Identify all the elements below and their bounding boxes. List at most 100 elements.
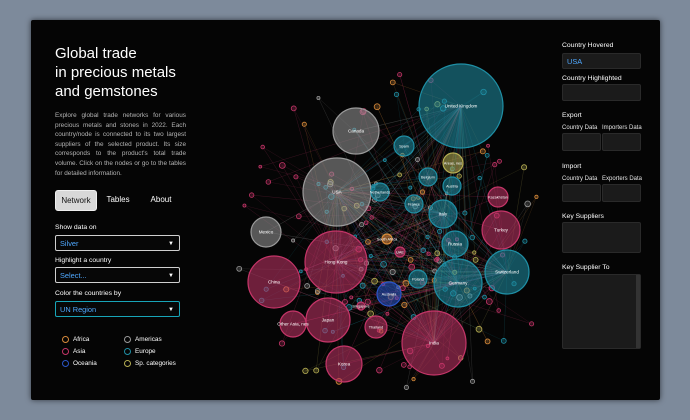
minor-country-node[interactable]: [420, 247, 426, 253]
minor-country-node[interactable]: [426, 251, 431, 256]
minor-country-node[interactable]: [475, 325, 483, 333]
network-svg[interactable]: United Kingdom Canada USA Spain Areas, nes Be…: [206, 34, 546, 394]
minor-country-node[interactable]: [369, 215, 374, 220]
minor-country-node[interactable]: [314, 288, 321, 294]
key-supplier-to-list[interactable]: [562, 274, 641, 349]
minor-country-node[interactable]: [296, 213, 302, 220]
minor-country-node[interactable]: [290, 105, 297, 112]
import-exporters-data-label: Exporters Data: [602, 176, 643, 182]
minor-country-node[interactable]: [367, 310, 374, 317]
minor-country-node[interactable]: [291, 238, 296, 243]
minor-country-node[interactable]: [462, 210, 468, 216]
minor-country-node[interactable]: [407, 257, 414, 263]
minor-country-node[interactable]: [365, 239, 371, 245]
minor-country-node[interactable]: [485, 298, 493, 305]
country-node-label: Singapore: [352, 305, 369, 309]
minor-country-node[interactable]: [482, 294, 487, 300]
minor-country-node[interactable]: [411, 377, 416, 382]
minor-country-node[interactable]: [301, 121, 307, 127]
minor-country-node[interactable]: [397, 172, 403, 178]
minor-country-node[interactable]: [492, 162, 498, 168]
highlight-country-select[interactable]: Select... ▼: [55, 267, 180, 283]
minor-country-node[interactable]: [479, 148, 486, 155]
minor-country-node[interactable]: [486, 143, 490, 148]
minor-country-node[interactable]: [376, 367, 383, 374]
minor-country-node[interactable]: [484, 152, 490, 158]
minor-country-node[interactable]: [477, 175, 482, 181]
minor-country-node[interactable]: [304, 283, 310, 289]
country-node-label: USA: [332, 190, 342, 195]
minor-country-node[interactable]: [403, 384, 409, 390]
minor-country-node[interactable]: [278, 162, 286, 169]
description: Explore global trade networks for variou…: [55, 112, 186, 177]
minor-country-node[interactable]: [469, 234, 476, 241]
tab-network[interactable]: Network: [55, 190, 97, 211]
minor-country-node[interactable]: [363, 220, 369, 226]
color-by-select[interactable]: UN Region ▼: [55, 301, 180, 317]
network-graph[interactable]: United Kingdom Canada USA Spain Areas, nes Be…: [206, 34, 546, 394]
tab-about[interactable]: About: [143, 190, 179, 209]
minor-country-node[interactable]: [437, 228, 443, 235]
minor-country-node[interactable]: [313, 367, 320, 374]
minor-country-node[interactable]: [419, 189, 426, 195]
minor-country-node[interactable]: [425, 234, 430, 240]
minor-country-node[interactable]: [260, 144, 265, 150]
minor-country-node[interactable]: [389, 268, 396, 275]
minor-country-node[interactable]: [393, 91, 400, 98]
minor-country-node[interactable]: [258, 164, 263, 169]
minor-country-node[interactable]: [302, 367, 309, 375]
minor-country-node[interactable]: [496, 308, 501, 313]
minor-country-node[interactable]: [472, 250, 477, 255]
minor-country-node[interactable]: [456, 173, 462, 179]
legend-item-special: Sp. categories: [124, 359, 176, 368]
country-node-label: UAE: [396, 251, 404, 255]
minor-country-node[interactable]: [299, 269, 303, 274]
minor-country-node[interactable]: [349, 295, 354, 300]
legend-item-americas: Americas: [124, 335, 162, 344]
minor-country-node[interactable]: [524, 200, 531, 208]
tab-tables[interactable]: Tables: [100, 190, 136, 209]
minor-country-node[interactable]: [497, 158, 502, 164]
legend-item-africa: Africa: [62, 335, 89, 344]
minor-country-node[interactable]: [373, 103, 381, 111]
minor-country-node[interactable]: [397, 72, 403, 78]
minor-country-node[interactable]: [415, 157, 420, 163]
country-node-label: Switzerland: [495, 270, 519, 275]
minor-country-node[interactable]: [402, 279, 410, 287]
minor-country-node[interactable]: [522, 238, 528, 244]
minor-country-node[interactable]: [385, 311, 390, 316]
minor-country-node[interactable]: [484, 338, 491, 345]
minor-country-node[interactable]: [242, 203, 247, 208]
minor-country-node[interactable]: [470, 378, 476, 384]
legend-label: Europe: [135, 348, 156, 355]
minor-country-node[interactable]: [249, 192, 255, 198]
minor-country-node[interactable]: [293, 174, 299, 180]
minor-country-node[interactable]: [435, 256, 440, 261]
minor-country-node[interactable]: [359, 222, 365, 228]
product-select[interactable]: Silver ▼: [55, 235, 180, 251]
product-select-value: Silver: [60, 239, 79, 248]
minor-country-node[interactable]: [534, 194, 539, 199]
minor-country-node[interactable]: [472, 256, 479, 263]
minor-country-node[interactable]: [401, 301, 408, 308]
minor-country-node[interactable]: [236, 265, 243, 272]
minor-country-node[interactable]: [368, 253, 373, 258]
minor-country-node[interactable]: [529, 321, 535, 327]
minor-country-node[interactable]: [408, 185, 413, 190]
europe-swatch: [124, 348, 131, 355]
export-country-data-field: [562, 133, 601, 151]
minor-country-node[interactable]: [500, 338, 507, 344]
minor-country-node[interactable]: [359, 282, 366, 289]
minor-country-node[interactable]: [316, 95, 321, 100]
minor-country-node[interactable]: [278, 340, 286, 347]
minor-country-node[interactable]: [382, 158, 387, 162]
minor-country-node[interactable]: [400, 362, 407, 368]
minor-country-node[interactable]: [408, 263, 416, 271]
minor-country-node[interactable]: [521, 164, 528, 171]
minor-country-node[interactable]: [380, 260, 387, 268]
minor-country-node[interactable]: [389, 79, 396, 86]
minor-country-node[interactable]: [371, 277, 378, 285]
country-node-label: Austria: [446, 185, 459, 189]
minor-country-node[interactable]: [265, 179, 272, 185]
minor-country-node[interactable]: [434, 250, 441, 257]
